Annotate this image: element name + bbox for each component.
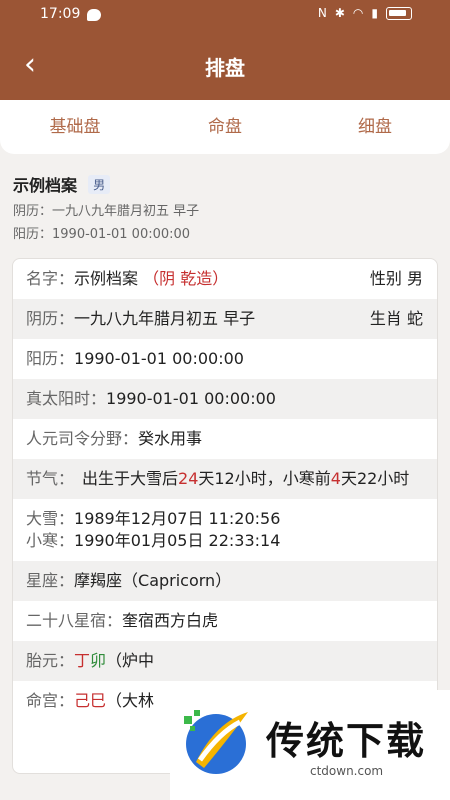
- daxue-label: 大雪：: [26, 509, 75, 528]
- daxue-value: 1989年12月07日 11:20:56: [74, 509, 281, 528]
- jieqi-post: 天22小时: [340, 469, 410, 488]
- row-true-solar: 真太阳时：1990-01-01 00:00:00: [13, 379, 437, 419]
- tab-basic[interactable]: 基础盘: [0, 100, 150, 154]
- solar-value: 1990-01-01 00:00:00: [74, 349, 244, 368]
- mansion-value: 奎宿西方白虎: [122, 611, 219, 630]
- bluetooth-icon: ✱: [334, 6, 345, 20]
- constellation-label: 星座：: [26, 571, 75, 590]
- true-solar-label: 真太阳时：: [26, 389, 107, 408]
- gender-value: 男: [406, 269, 423, 288]
- taiyuan-rest: （炉中: [106, 651, 155, 670]
- name-tag: （阴 乾造）: [143, 269, 229, 288]
- jieqi-label: 节气：: [26, 469, 75, 488]
- profile-solar: 阳历：1990-01-01 00:00:00: [13, 227, 191, 242]
- mansion-label: 二十八星宿：: [26, 611, 123, 630]
- battery-icon: [386, 6, 412, 20]
- minggong-stem: 己: [74, 691, 91, 710]
- jieqi-pre: 出生于大雪后: [82, 469, 179, 488]
- daxue-line: 大雪：1989年12月07日 11:20:56: [26, 508, 424, 530]
- name-value: 示例档案: [74, 269, 139, 288]
- row-solar-terms: 大雪：1989年12月07日 11:20:56 小寒：1990年01月05日 2…: [13, 499, 437, 561]
- minggong-rest: （大林: [106, 691, 155, 710]
- tab-detailed[interactable]: 细盘: [300, 100, 450, 154]
- xiaohan-label: 小寒：: [26, 531, 75, 550]
- jieqi-days-before: 4: [330, 469, 341, 488]
- jieqi-mid: 天12小时，小寒前: [198, 469, 331, 488]
- chat-icon: [87, 9, 101, 21]
- tab-destiny[interactable]: 命盘: [150, 100, 300, 154]
- minggong-label: 命宫：: [26, 691, 75, 710]
- row-renyuan: 人元司令分野：癸水用事: [13, 419, 437, 459]
- tab-bar: 基础盘 命盘 细盘: [0, 100, 450, 154]
- taiyuan-label: 胎元：: [26, 651, 75, 670]
- minggong-branch: 巳: [90, 691, 107, 710]
- taiyuan-branch: 卯: [90, 651, 107, 670]
- zodiac-value: 蛇: [406, 309, 423, 328]
- profile-summary: 示例档案 男 阴历：一九八九年腊月初五 早子 阳历：1990-01-01 00:…: [13, 172, 199, 242]
- lunar-label: 阴历：: [26, 309, 75, 328]
- status-icons: N ✱ ◠ ▮: [318, 6, 412, 20]
- gender-field: 性别 男: [370, 268, 423, 290]
- renyuan-label: 人元司令分野：: [26, 429, 139, 448]
- brand-logo-icon: [184, 710, 248, 774]
- jieqi-days-after: 24: [178, 469, 199, 488]
- constellation-value: 摩羯座（Capricorn）: [74, 571, 232, 590]
- app-header: 17:09 N ✱ ◠ ▮ ‹ 排盘: [0, 0, 450, 100]
- name-label: 名字：: [26, 269, 75, 288]
- row-taiyuan: 胎元：丁卯（炉中: [13, 641, 437, 681]
- brand-name: 传统下载: [266, 719, 427, 763]
- row-jieqi: 节气： 出生于大雪后24天12小时，小寒前4天22小时: [13, 459, 437, 499]
- profile-lunar: 阴历：一九八九年腊月初五 早子: [13, 204, 200, 219]
- row-constellation: 星座：摩羯座（Capricorn）: [13, 561, 437, 601]
- wifi-icon: ◠: [352, 6, 364, 20]
- solar-label: 阳历：: [26, 349, 75, 368]
- watermark-overlay: 传统下载 ctdown.com: [170, 690, 450, 800]
- xiaohan-value: 1990年01月05日 22:33:14: [74, 531, 281, 550]
- status-bar: 17:09 N ✱ ◠ ▮: [0, 6, 450, 26]
- profile-name: 示例档案: [13, 176, 78, 195]
- row-solar: 阳历：1990-01-01 00:00:00: [13, 339, 437, 379]
- zodiac-label: 生肖: [369, 309, 402, 328]
- row-mansion: 二十八星宿：奎宿西方白虎: [13, 601, 437, 641]
- gender-label: 性别: [369, 269, 402, 288]
- renyuan-value: 癸水用事: [138, 429, 203, 448]
- true-solar-value: 1990-01-01 00:00:00: [106, 389, 276, 408]
- taiyuan-stem: 丁: [74, 651, 91, 670]
- zodiac-field: 生肖 蛇: [370, 308, 423, 330]
- row-lunar: 阴历：一九八九年腊月初五 早子 生肖 蛇: [13, 299, 437, 339]
- page-title: 排盘: [205, 56, 245, 80]
- row-name: 名字：示例档案 （阴 乾造） 性别 男: [13, 259, 437, 299]
- status-time: 17:09: [40, 6, 81, 22]
- brand-url: ctdown.com: [310, 764, 384, 778]
- lunar-value: 一九八九年腊月初五 早子: [74, 309, 256, 328]
- gender-badge: 男: [88, 175, 111, 194]
- xiaohan-line: 小寒：1990年01月05日 22:33:14: [26, 530, 424, 552]
- nfc-icon: N: [317, 6, 327, 20]
- signal-icon: ▮: [371, 6, 378, 20]
